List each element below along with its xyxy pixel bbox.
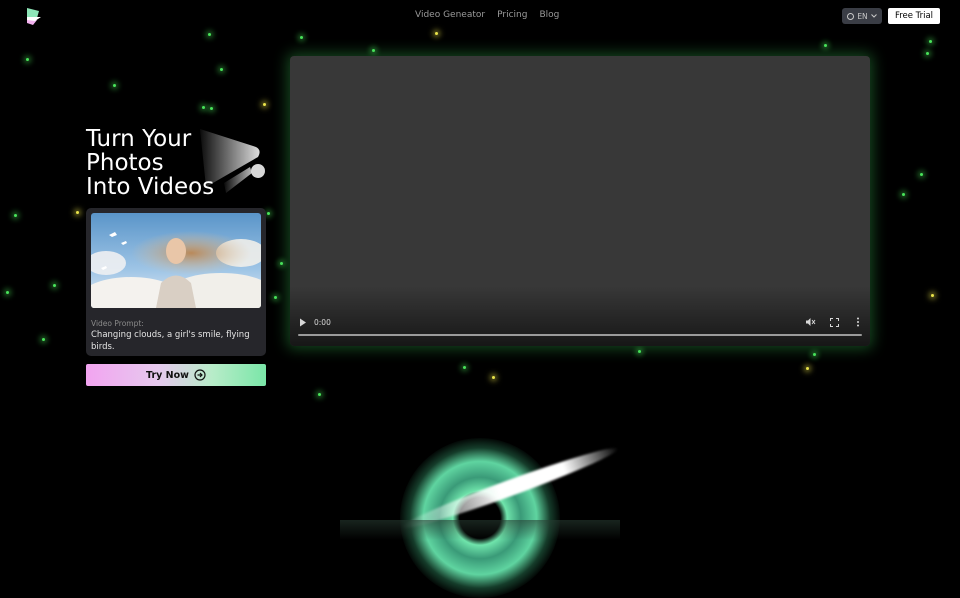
- example-card: Video Prompt: Changing clouds, a girl's …: [86, 208, 266, 356]
- language-label: EN: [857, 11, 868, 21]
- hero-title-line-3: Into Videos: [86, 174, 215, 200]
- video-controls-overlay: [290, 286, 870, 346]
- free-trial-button[interactable]: Free Trial: [888, 8, 940, 24]
- fullscreen-icon[interactable]: [830, 318, 839, 327]
- prompt-text: Changing clouds, a girl's smile, flying …: [91, 330, 250, 352]
- language-selector[interactable]: EN: [842, 8, 882, 24]
- brand-logo-icon[interactable]: [24, 7, 44, 27]
- main-nav: Video Geneator Pricing Blog: [415, 10, 559, 20]
- hero-title-line-2: Photos: [86, 150, 164, 176]
- nav-link-blog[interactable]: Blog: [539, 10, 559, 20]
- example-image: [91, 213, 261, 308]
- globe-icon: [847, 12, 855, 20]
- play-icon[interactable]: [299, 318, 307, 327]
- mute-icon[interactable]: [805, 317, 816, 327]
- hero-title: Turn Your Photos Into Videos: [86, 127, 256, 199]
- video-time: 0:00: [314, 318, 331, 327]
- hero-title-line-1: Turn Your: [86, 126, 192, 152]
- try-now-button[interactable]: Try Now: [86, 364, 266, 386]
- try-now-label: Try Now: [146, 369, 189, 381]
- video-player[interactable]: 0:00: [290, 56, 870, 346]
- nav-link-pricing[interactable]: Pricing: [497, 10, 527, 20]
- nav-link-video-generator[interactable]: Video Geneator: [415, 10, 485, 20]
- arrow-right-circle-icon: [194, 369, 206, 381]
- prompt-label: Video Prompt:: [91, 319, 144, 328]
- ground-reflection-decoration: [340, 520, 620, 540]
- more-options-icon[interactable]: [856, 317, 860, 327]
- video-progress-bar[interactable]: [298, 334, 862, 336]
- chevron-down-icon: [870, 14, 877, 18]
